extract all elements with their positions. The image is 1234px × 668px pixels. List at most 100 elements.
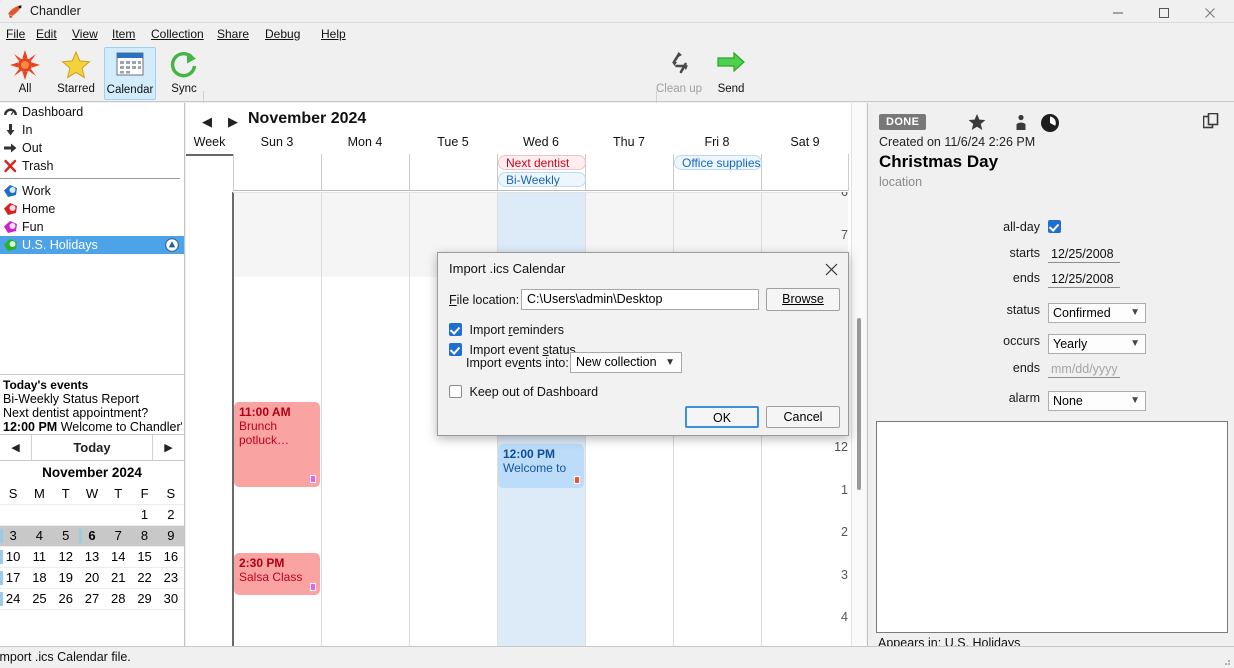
minical-day[interactable]: 18	[26, 567, 52, 588]
browse-button[interactable]: Browse	[766, 288, 840, 311]
sidebar-item-home[interactable]: Home	[0, 200, 184, 218]
event-salsa-class[interactable]: 2:30 PM Salsa Class	[234, 553, 320, 595]
minical-day[interactable]: 7	[105, 525, 132, 546]
minical-day[interactable]: 17	[0, 567, 26, 588]
sidebar-item-work[interactable]: Work	[0, 182, 184, 200]
menu-help[interactable]: Help	[317, 26, 350, 42]
cancel-button[interactable]: Cancel	[766, 406, 840, 428]
calendar-prev-button[interactable]: ◀	[200, 114, 214, 130]
maximize-button[interactable]	[1142, 0, 1188, 23]
sidebar-item-dashboard[interactable]: Dashboard	[0, 103, 184, 121]
minical-day[interactable]: 16	[158, 546, 184, 567]
minical-day[interactable]: 30	[158, 588, 184, 609]
menu-share[interactable]: Share	[213, 26, 253, 42]
event-brunch-potluck[interactable]: 11:00 AM Brunch potluck…	[234, 402, 320, 487]
page-title[interactable]: Christmas Day	[879, 152, 998, 172]
menu-file[interactable]: File	[2, 26, 29, 42]
ok-button[interactable]: OK	[685, 406, 759, 428]
status-select[interactable]: Confirmed ▼	[1048, 303, 1146, 323]
minical-day[interactable]: 15	[131, 546, 157, 567]
all-day-checkbox[interactable]	[1048, 220, 1061, 233]
toolbar-button-send[interactable]: Send	[706, 47, 756, 100]
menu-item[interactable]: Item	[108, 26, 139, 42]
minical-day[interactable]: 19	[53, 567, 79, 588]
minical-day[interactable]: 10	[0, 546, 26, 567]
star-icon[interactable]	[968, 113, 986, 134]
day-header-sat[interactable]: Sat 9	[761, 135, 849, 154]
all-day-event-next-dentist[interactable]: Next dentist	[498, 155, 586, 170]
toolbar-button-all[interactable]: All	[0, 47, 50, 100]
scrollbar-thumb[interactable]	[857, 318, 861, 490]
import-event-status-checkbox[interactable]	[449, 343, 462, 356]
minical-day[interactable]	[53, 504, 79, 525]
resize-grip-icon[interactable]	[1221, 656, 1231, 666]
toolbar-button-starred[interactable]: Starred	[51, 47, 101, 100]
event-welcome-to[interactable]: 12:00 PM Welcome to	[498, 444, 584, 488]
minical-day[interactable]: 24	[0, 588, 26, 609]
minical-week-row[interactable]: 10 11 12 13 14 15 16	[0, 546, 184, 567]
day-header-thu[interactable]: Thu 7	[585, 135, 673, 154]
minical-day[interactable]: 29	[131, 588, 157, 609]
minical-day[interactable]: 23	[158, 567, 184, 588]
ends-date-field[interactable]: 12/25/2008	[1048, 271, 1120, 288]
minical-day[interactable]: 27	[79, 588, 105, 609]
minical-week-row[interactable]: 24 25 26 27 28 29 30	[0, 588, 184, 609]
minical-day[interactable]: 26	[53, 588, 79, 609]
minical-day[interactable]: 25	[26, 588, 52, 609]
minical-day[interactable]: 21	[105, 567, 131, 588]
clock-icon[interactable]	[1040, 113, 1060, 136]
all-day-event-office-supplies[interactable]: Office supplies	[674, 155, 762, 170]
todays-event-row[interactable]: 12:00 PM Welcome to Chandler'	[3, 420, 182, 434]
status-badge[interactable]: DONE	[879, 114, 927, 130]
todays-event-row[interactable]: Bi-Weekly Status Report	[3, 392, 182, 406]
minical-day[interactable]	[105, 504, 131, 525]
person-icon[interactable]	[1013, 113, 1029, 134]
menu-collection[interactable]: Collection	[147, 26, 208, 42]
import-into-select[interactable]: New collection ▼	[570, 352, 682, 373]
minical-day-today[interactable]: 6	[78, 525, 106, 546]
close-button[interactable]	[1188, 0, 1234, 23]
menu-debug[interactable]: Debug	[261, 26, 304, 42]
keep-out-dashboard-row[interactable]: Keep out of Dashboard	[449, 385, 598, 399]
minical-day[interactable]: 3	[0, 525, 27, 546]
shared-icon[interactable]	[165, 238, 179, 252]
minical-day[interactable]: 22	[131, 567, 157, 588]
minical-day[interactable]: 5	[52, 525, 79, 546]
detach-window-icon[interactable]	[1202, 112, 1219, 132]
minical-day[interactable]: 28	[105, 588, 131, 609]
todays-event-row[interactable]: Next dentist appointment?	[3, 406, 182, 420]
minimize-button[interactable]	[1096, 0, 1142, 23]
starts-date-field[interactable]: 12/25/2008	[1048, 246, 1120, 263]
minical-day[interactable]: 14	[105, 546, 131, 567]
recurrence-ends-field[interactable]: mm/dd/yyyy	[1048, 361, 1120, 378]
calendar-next-button[interactable]: ▶	[226, 114, 240, 130]
file-location-input[interactable]: C:\Users\admin\Desktop	[521, 289, 759, 310]
minical-day[interactable]: 1	[131, 504, 157, 525]
sidebar-item-trash[interactable]: Trash	[0, 157, 184, 175]
minical-day[interactable]: 20	[79, 567, 105, 588]
import-status-checkbox-row[interactable]: Import event status	[449, 343, 576, 357]
minical-day[interactable]: 11	[26, 546, 52, 567]
minical-day[interactable]: 8	[131, 525, 158, 546]
occurs-select[interactable]: Yearly ▼	[1048, 334, 1146, 354]
minical-day[interactable]: 4	[26, 525, 53, 546]
minical-week-row[interactable]: 3 4 5 6 7 8 9	[0, 525, 184, 546]
minical-prev-button[interactable]: ◀	[0, 435, 32, 461]
toolbar-button-cleanup[interactable]: Clean up	[653, 47, 705, 100]
minical-day[interactable]	[79, 504, 105, 525]
import-reminders-checkbox-row[interactable]: Import reminders	[449, 323, 564, 337]
day-header-fri[interactable]: Fri 8	[673, 135, 761, 154]
alarm-select[interactable]: None ▼	[1048, 391, 1146, 411]
all-day-event-bi-weekly[interactable]: Bi-Weekly	[498, 172, 586, 187]
minical-day[interactable]	[0, 504, 26, 525]
calendar-vertical-scrollbar[interactable]	[851, 103, 866, 646]
day-header-sun[interactable]: Sun 3	[233, 135, 321, 154]
minical-week-row[interactable]: 17 18 19 20 21 22 23	[0, 567, 184, 588]
minical-week-row[interactable]: 1 2	[0, 504, 184, 525]
keep-out-of-dashboard-checkbox[interactable]	[449, 385, 462, 398]
minical-today-button[interactable]: Today	[32, 435, 152, 461]
location-field[interactable]: location	[879, 175, 922, 189]
dialog-close-button[interactable]	[818, 257, 844, 279]
minical-day[interactable]: 13	[79, 546, 105, 567]
minical-day[interactable]: 2	[158, 504, 184, 525]
